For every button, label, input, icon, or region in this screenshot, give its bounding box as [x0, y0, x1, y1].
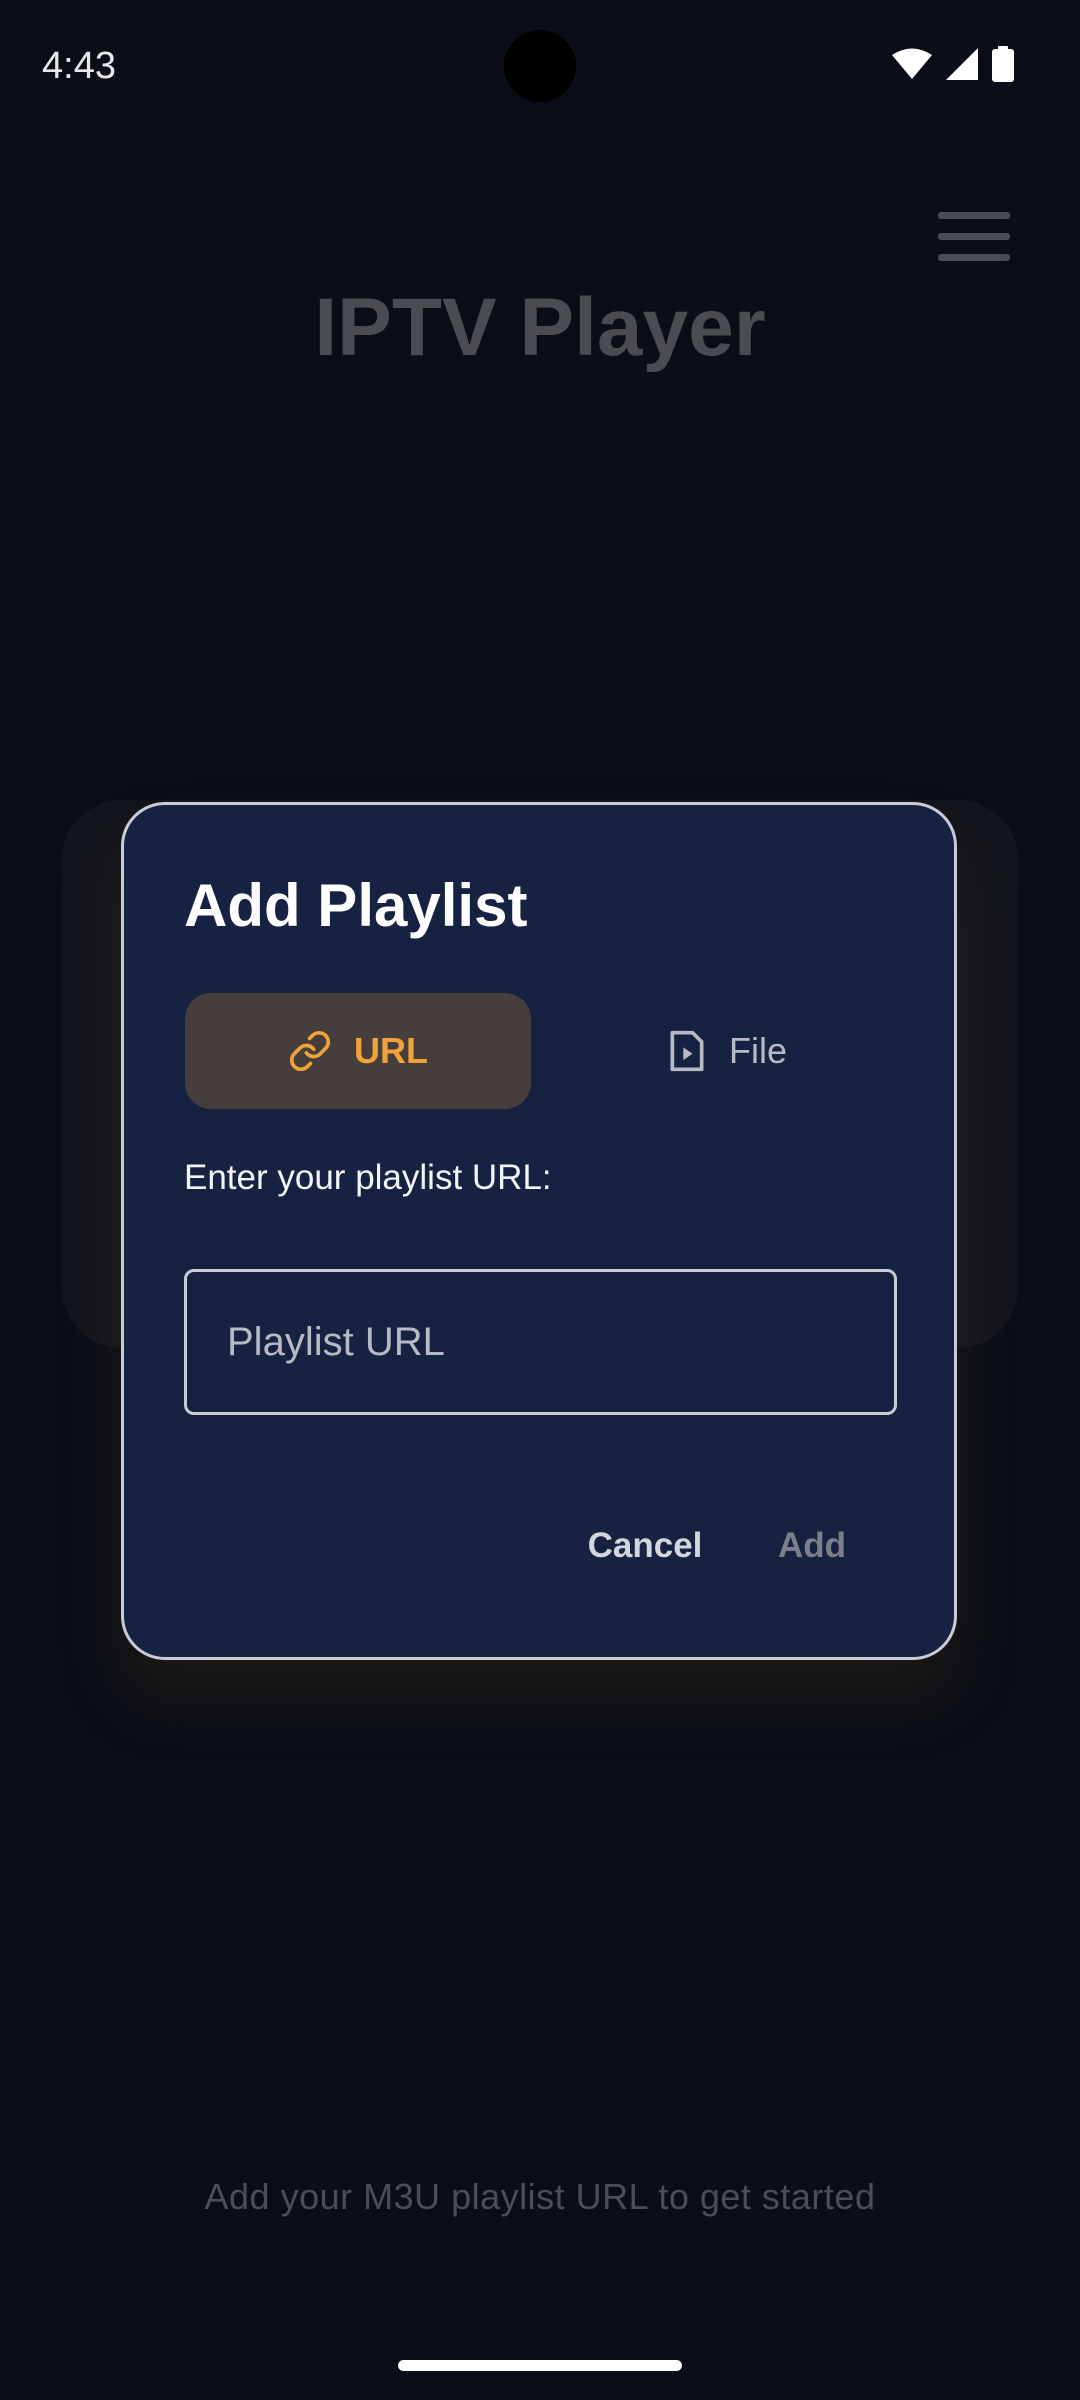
tab-file[interactable]: File [554, 993, 900, 1109]
battery-icon [992, 46, 1014, 82]
app-title: IPTV Player [314, 282, 766, 373]
wifi-icon [892, 48, 932, 79]
url-prompt: Enter your playlist URL: [184, 1158, 552, 1197]
playlist-url-input[interactable] [184, 1269, 897, 1415]
camera-cutout [504, 30, 576, 102]
signal-icon [946, 48, 978, 80]
add-button[interactable]: Add [762, 1511, 862, 1581]
hamburger-menu-icon[interactable] [938, 212, 1010, 262]
tab-url[interactable]: URL [185, 993, 531, 1109]
tab-url-label: URL [354, 1030, 428, 1071]
cancel-button[interactable]: Cancel [580, 1511, 710, 1581]
dialog-title: Add Playlist [184, 872, 528, 939]
tab-file-label: File [728, 1030, 787, 1071]
file-play-icon [670, 1030, 704, 1072]
screen: 4:43 IPTV Player Add your M3U playlist U… [0, 0, 1080, 2400]
link-icon [289, 1030, 331, 1072]
status-time: 4:43 [42, 45, 116, 87]
add-playlist-dialog: Add Playlist URL File Enter your playlis… [121, 802, 957, 1660]
home-indicator[interactable] [398, 2360, 682, 2371]
status-icons [892, 46, 1014, 82]
empty-state-hint: Add your M3U playlist URL to get started [204, 2176, 876, 2217]
